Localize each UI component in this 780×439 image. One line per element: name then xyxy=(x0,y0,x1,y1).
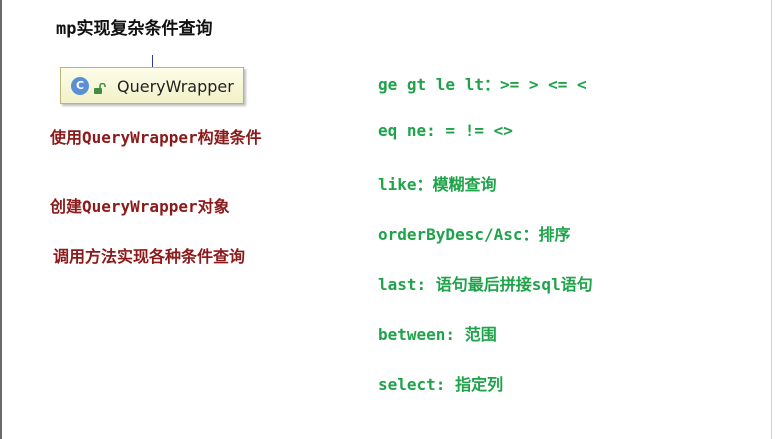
note-build-conditions: 使用QueryWrapper构建条件 xyxy=(50,128,262,147)
method-order-by: orderByDesc/Asc：排序 xyxy=(378,225,571,244)
method-select: select: 指定列 xyxy=(378,375,504,394)
note-create-object: 创建QueryWrapper对象 xyxy=(50,197,230,216)
note-call-methods: 调用方法实现各种条件查询 xyxy=(53,247,246,266)
method-compare: ge gt le lt：>= > <= < xyxy=(378,75,587,94)
slide-title: mp实现复杂条件查询 xyxy=(56,19,213,39)
method-like: like：模糊查询 xyxy=(378,175,497,194)
method-between: between: 范围 xyxy=(378,325,497,344)
connector-line xyxy=(152,55,153,67)
class-name: QueryWrapper xyxy=(117,77,234,96)
method-last: last: 语句最后拼接sql语句 xyxy=(378,275,593,294)
class-icon: C xyxy=(71,77,89,95)
lock-open-icon xyxy=(93,80,107,94)
right-border xyxy=(771,0,772,439)
left-border xyxy=(0,0,2,439)
querywrapper-class-box: C QueryWrapper xyxy=(60,67,244,104)
method-equal: eq ne: = != <> xyxy=(378,121,513,140)
